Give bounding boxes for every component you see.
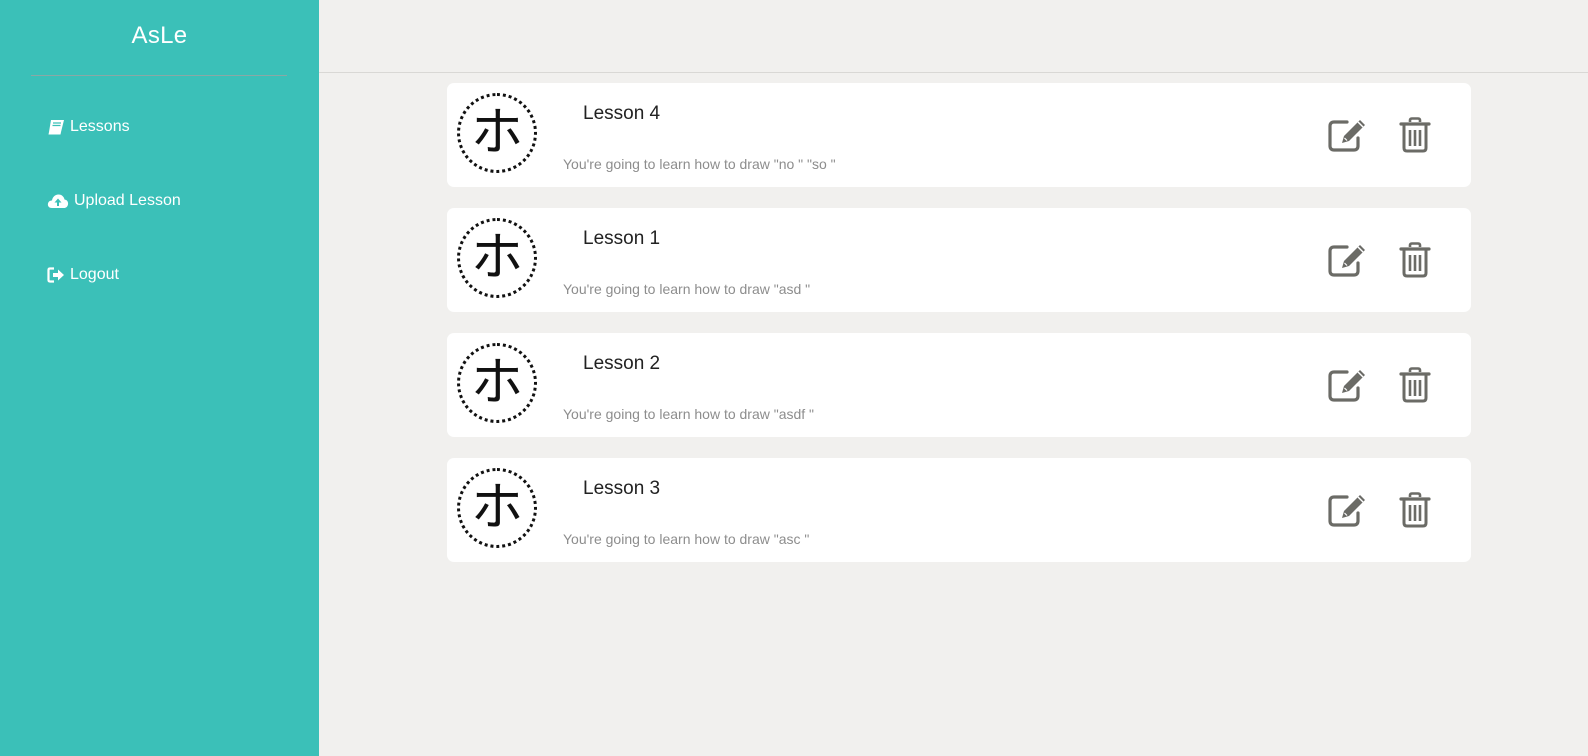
edit-lesson-button[interactable] xyxy=(1327,367,1369,407)
sidebar-item-label: Upload Lesson xyxy=(74,192,181,209)
delete-lesson-button[interactable] xyxy=(1394,366,1436,408)
lesson-description: You're going to learn how to draw "asd " xyxy=(563,281,811,297)
sign-out-icon xyxy=(47,267,65,283)
lesson-card[interactable]: ホ Lesson 2 You're going to learn how to … xyxy=(447,333,1471,437)
top-bar xyxy=(319,0,1588,73)
lesson-glyph: ホ xyxy=(457,468,537,548)
edit-icon xyxy=(1327,367,1369,408)
delete-lesson-button[interactable] xyxy=(1394,116,1436,158)
sidebar-item-upload-lesson[interactable]: Upload Lesson xyxy=(47,192,181,210)
edit-icon xyxy=(1327,492,1369,533)
delete-lesson-button[interactable] xyxy=(1394,241,1436,283)
delete-lesson-button[interactable] xyxy=(1394,491,1436,533)
lesson-card[interactable]: ホ Lesson 1 You're going to learn how to … xyxy=(447,208,1471,312)
lesson-glyph: ホ xyxy=(457,343,537,423)
app-title: AsLe xyxy=(131,22,188,49)
lesson-title: Lesson 1 xyxy=(583,228,661,249)
trash-icon xyxy=(1399,366,1431,408)
sidebar-item-label: Lessons xyxy=(70,118,130,135)
lesson-title: Lesson 3 xyxy=(583,478,661,499)
sidebar-item-logout[interactable]: Logout xyxy=(47,266,119,284)
trash-icon xyxy=(1399,241,1431,283)
trash-icon xyxy=(1399,491,1431,533)
lesson-card[interactable]: ホ Lesson 3 You're going to learn how to … xyxy=(447,458,1471,562)
edit-icon xyxy=(1327,117,1369,158)
edit-lesson-button[interactable] xyxy=(1327,117,1369,157)
book-icon xyxy=(47,119,65,136)
lesson-glyph: ホ xyxy=(457,218,537,298)
cloud-upload-icon xyxy=(47,193,69,210)
lesson-description: You're going to learn how to draw "asdf … xyxy=(563,406,815,422)
lesson-description: You're going to learn how to draw "asc " xyxy=(563,531,810,547)
lesson-title: Lesson 2 xyxy=(583,353,661,374)
brand-divider xyxy=(31,75,287,76)
sidebar-item-label: Logout xyxy=(70,266,119,283)
lesson-card[interactable]: ホ Lesson 4 You're going to learn how to … xyxy=(447,83,1471,187)
trash-icon xyxy=(1399,116,1431,158)
app-root: AsLe Lessons Upload Lesson Logout ホ Less… xyxy=(0,0,1588,756)
edit-icon xyxy=(1327,242,1369,283)
sidebar-item-lessons[interactable]: Lessons xyxy=(47,118,130,136)
lesson-description: You're going to learn how to draw "no " … xyxy=(563,156,836,172)
sidebar: AsLe Lessons Upload Lesson Logout xyxy=(0,0,319,756)
edit-lesson-button[interactable] xyxy=(1327,492,1369,532)
lesson-title: Lesson 4 xyxy=(583,103,661,124)
lesson-glyph: ホ xyxy=(457,93,537,173)
edit-lesson-button[interactable] xyxy=(1327,242,1369,282)
